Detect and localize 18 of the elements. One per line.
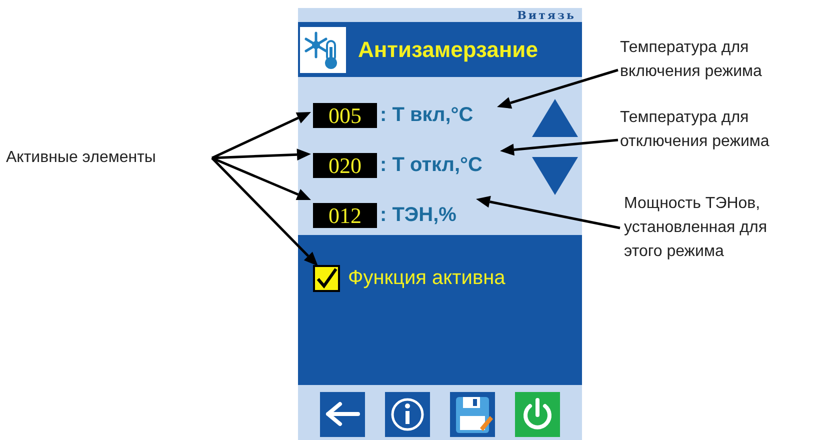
- value-field[interactable]: 012: [313, 202, 377, 228]
- callout-text: Температура для отключения режима: [620, 108, 770, 152]
- callout-text: Активные элементы: [6, 148, 157, 168]
- checkbox-label: Функция активна: [348, 266, 506, 291]
- save-button[interactable]: [450, 392, 495, 437]
- callout-text: Температура для включения режима: [620, 38, 763, 82]
- brand-logo-text: Витязь: [517, 10, 576, 20]
- screen-title: Антизамерзание: [358, 36, 538, 64]
- value-field[interactable]: 005: [313, 102, 377, 128]
- back-button[interactable]: [320, 392, 365, 437]
- checkbox[interactable]: [313, 264, 340, 292]
- parameter-label: : Т вкл,°C: [380, 103, 474, 128]
- value-field[interactable]: 020: [313, 152, 377, 178]
- power-button[interactable]: [515, 392, 560, 437]
- callout-text: Мощность ТЭНов, установленная для этого режима: [624, 194, 768, 262]
- parameter-label: : Т откл,°C: [380, 153, 482, 178]
- info-button[interactable]: [385, 392, 430, 437]
- parameter-label: : ТЭН,%: [380, 203, 456, 228]
